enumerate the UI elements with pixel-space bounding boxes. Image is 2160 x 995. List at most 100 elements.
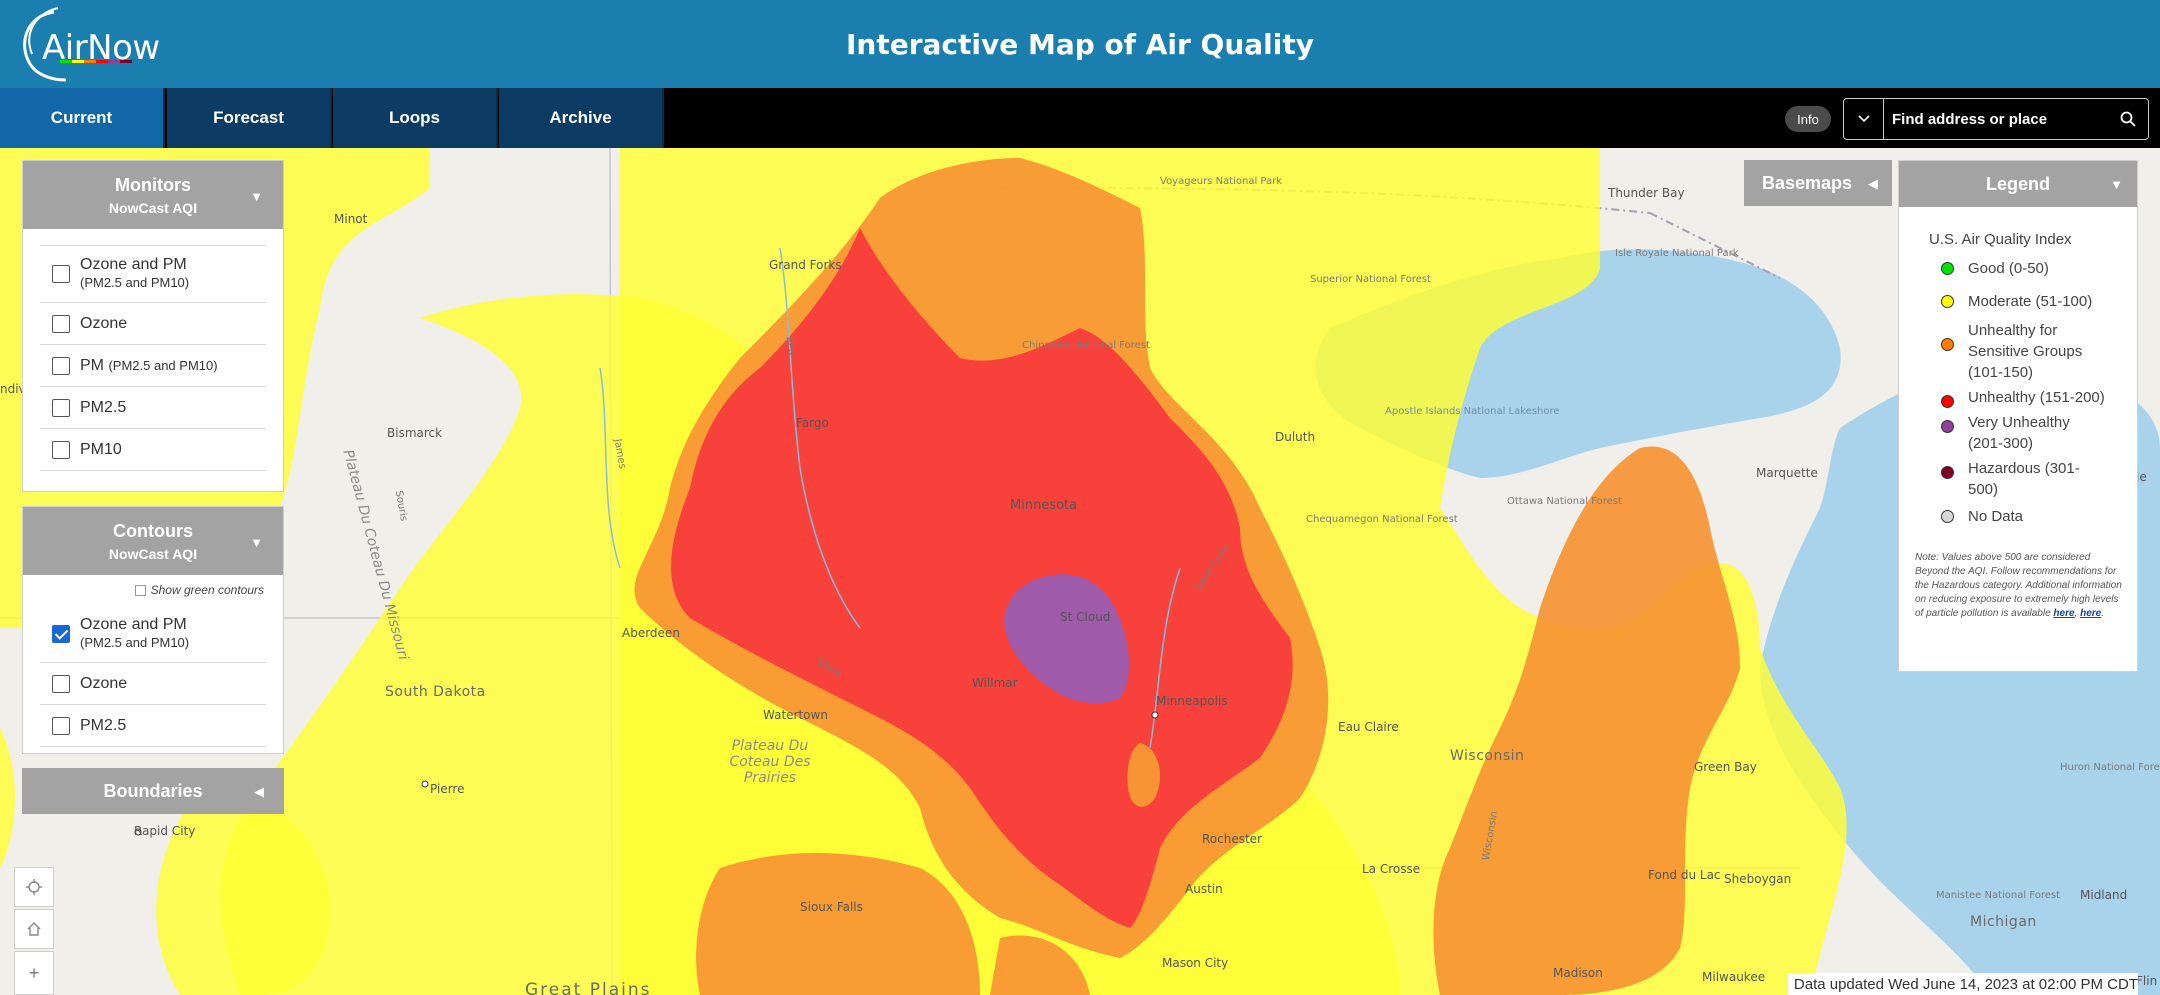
caret-down-icon: ▼ [250, 535, 263, 550]
checkbox[interactable] [52, 674, 70, 693]
map-label-south-dakota: South Dakota [385, 684, 486, 700]
aqi-swatch [1941, 466, 1954, 479]
monitors-subtitle: NowCast AQI [108, 200, 198, 216]
legend-label: Very Unhealthy (201-300) [1968, 414, 2070, 452]
map-label-apostle: Apostle Islands National Lakeshore [1385, 406, 1560, 417]
legend-note: Note: Values above 500 are considered Be… [1915, 552, 2122, 619]
chevron-down-icon [1857, 115, 1870, 123]
map-label-great-plains: Great Plains [525, 980, 652, 995]
app-header: AirNow Interactive Map of Air Quality [0, 0, 2160, 88]
info-button[interactable]: Info [1785, 106, 1831, 132]
map-label-huron: Huron National Forest [2060, 762, 2160, 773]
monitor-option-pm[interactable]: PM (PM2.5 and PM10) [40, 345, 266, 387]
option-label: Ozone and PM [80, 256, 187, 273]
monitor-option-ozone[interactable]: Ozone [40, 303, 266, 345]
map-canvas[interactable]: Minot Grand Forks Fargo Bismarck Voyageu… [0, 148, 2160, 995]
contour-option-ozone-pm[interactable]: Ozone and PM (PM2.5 and PM10) [40, 605, 266, 663]
monitors-title: Monitors [115, 175, 191, 195]
aqi-swatch [1941, 420, 1954, 433]
page-title: Interactive Map of Air Quality [845, 28, 1314, 61]
legend-note-link-2[interactable]: here [2080, 608, 2101, 619]
legend-item-hazardous: Hazardous (301-500) [1941, 458, 2137, 500]
checkbox[interactable] [52, 314, 70, 333]
legend-item-unhealthy: Unhealthy (151-200) [1941, 387, 2137, 408]
checkbox[interactable] [52, 265, 70, 283]
tab-forecast[interactable]: Forecast [167, 88, 332, 148]
home-icon [27, 922, 41, 936]
map-label-chippewa: Chippewa National Forest [1022, 340, 1150, 351]
checkbox[interactable] [134, 584, 146, 596]
monitors-panel: Monitors NowCast AQI ▼ Ozone and PM (PM2.… [22, 160, 284, 492]
contour-option-ozone[interactable]: Ozone [40, 663, 266, 705]
map-label-midland: Midland [2080, 888, 2128, 902]
monitor-option-ozone-pm[interactable]: Ozone and PM (PM2.5 and PM10) [40, 245, 266, 303]
map-label-st-cloud: St Cloud [1060, 610, 1111, 624]
option-label: Ozone and PM [80, 615, 187, 633]
legend-item-moderate: Moderate (51-100) [1941, 291, 2137, 312]
home-button[interactable] [14, 909, 54, 949]
map-label-watertown: Watertown [763, 708, 828, 722]
search-input[interactable] [1886, 99, 2106, 139]
option-label: Ozone [80, 314, 128, 332]
map-label-flin: Flin [2136, 974, 2158, 988]
legend-label: Unhealthy for Sensitive Groups (101-150) [1968, 322, 2083, 381]
tab-archive[interactable]: Archive [499, 88, 664, 148]
option-label: PM2.5 [80, 716, 127, 734]
legend-note-link-1[interactable]: here [2053, 608, 2074, 619]
map-label-voyageurs: Voyageurs National Park [1160, 176, 1283, 187]
monitor-option-pm10[interactable]: PM10 [40, 429, 266, 471]
caret-down-icon: ▼ [2110, 177, 2123, 192]
tab-loops[interactable]: Loops [333, 88, 498, 148]
option-sublabel: (PM2.5 and PM10) [80, 275, 190, 290]
legend-item-good: Good (0-50) [1941, 258, 2137, 279]
basemaps-button[interactable]: Basemaps ◀ [1744, 160, 1892, 206]
tab-current[interactable]: Current [0, 88, 165, 148]
contour-option-pm25[interactable]: PM2.5 [40, 705, 266, 747]
map-label-milwaukee: Milwaukee [1702, 970, 1766, 984]
zoom-in-button[interactable]: + [14, 951, 54, 995]
map-label-pierre: Pierre [430, 782, 465, 796]
map-label-aberdeen: Aberdeen [622, 626, 680, 640]
legend-label: Good (0-50) [1968, 260, 2049, 277]
checkbox[interactable] [52, 398, 70, 417]
map-label-ottawa: Ottawa National Forest [1507, 496, 1622, 507]
contours-panel: Contours NowCast AQI ▼ Show green contou… [22, 506, 284, 754]
map-label-manistee: Manistee National Forest [1936, 890, 2061, 901]
contours-panel-header[interactable]: Contours NowCast AQI ▼ [23, 507, 283, 575]
legend-header[interactable]: Legend ▼ [1899, 161, 2137, 207]
map-label-minot: Minot [334, 212, 368, 226]
caret-down-icon: ▼ [250, 189, 263, 204]
map-label-duluth: Duluth [1275, 430, 1316, 444]
caret-left-icon: ◀ [1868, 176, 1878, 191]
aqi-swatch [1941, 262, 1954, 275]
data-updated-status: Data updated Wed June 14, 2023 at 02:00 … [1787, 973, 2138, 995]
legend-label: Moderate (51-100) [1968, 293, 2093, 310]
map-label-superior: Superior National Forest [1310, 274, 1432, 285]
monitors-panel-header[interactable]: Monitors NowCast AQI ▼ [23, 161, 283, 229]
legend-label: No Data [1968, 508, 2024, 525]
map-label-sheboygan: Sheboygan [1724, 872, 1792, 886]
aqi-swatch [1941, 295, 1954, 308]
contours-subtitle: NowCast AQI [108, 546, 198, 562]
boundaries-panel-header[interactable]: Boundaries ◀ [22, 768, 284, 814]
map-label-fargo: Fargo [796, 416, 829, 430]
checkbox[interactable] [52, 440, 70, 459]
option-sublabel: (PM2.5 and PM10) [80, 634, 190, 650]
legend-item-usg: Unhealthy for Sensitive Groups (101-150) [1941, 320, 2137, 383]
map-label-chequamegon: Chequamegon National Forest [1306, 514, 1458, 525]
basemaps-label: Basemaps [1762, 172, 1853, 193]
map-label-grand-forks: Grand Forks [769, 258, 842, 272]
map-label-green-bay: Green Bay [1694, 760, 1757, 774]
show-green-contours-label: Show green contours [150, 583, 264, 597]
map-label-rochester: Rochester [1202, 832, 1262, 846]
monitor-option-pm25[interactable]: PM2.5 [40, 387, 266, 429]
checkbox-checked[interactable] [52, 624, 70, 643]
map-label-rapid-city: Rapid City [134, 824, 196, 838]
search-button[interactable] [2108, 99, 2148, 139]
search-source-dropdown[interactable] [1844, 99, 1884, 139]
show-green-contours-toggle[interactable]: Show green contours [40, 581, 266, 599]
checkbox[interactable] [52, 356, 70, 375]
checkbox[interactable] [52, 716, 70, 735]
locate-button[interactable] [14, 867, 54, 907]
aqi-contour-map [0, 148, 2160, 995]
